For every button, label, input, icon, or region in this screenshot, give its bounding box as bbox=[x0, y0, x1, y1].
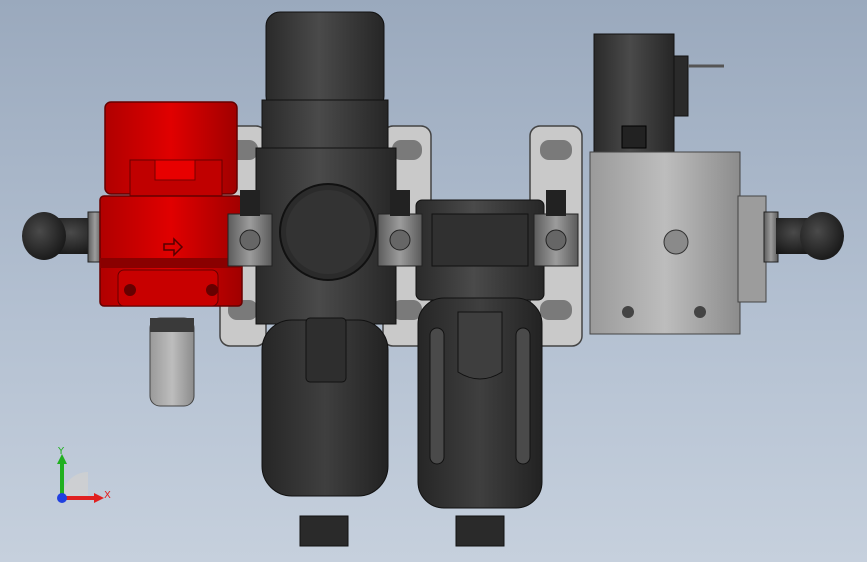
coordinate-triad: Y X bbox=[57, 446, 111, 503]
outlet-fitting-right bbox=[763, 211, 844, 263]
red-lockout-valve bbox=[99, 101, 243, 307]
inlet-fitting-left bbox=[22, 211, 103, 263]
assembly-model[interactable]: Y X bbox=[0, 0, 867, 562]
y-axis-label: Y bbox=[57, 446, 65, 457]
cad-graphics-viewport[interactable]: Y X bbox=[0, 0, 867, 562]
lubricator-unit bbox=[415, 199, 545, 547]
x-axis-label: X bbox=[104, 490, 111, 501]
filter-regulator bbox=[255, 11, 397, 547]
z-axis-dot bbox=[57, 493, 67, 503]
gauge-cylinder bbox=[149, 317, 195, 407]
solenoid-valve bbox=[589, 33, 767, 335]
x-axis-arrow-head bbox=[94, 493, 104, 503]
